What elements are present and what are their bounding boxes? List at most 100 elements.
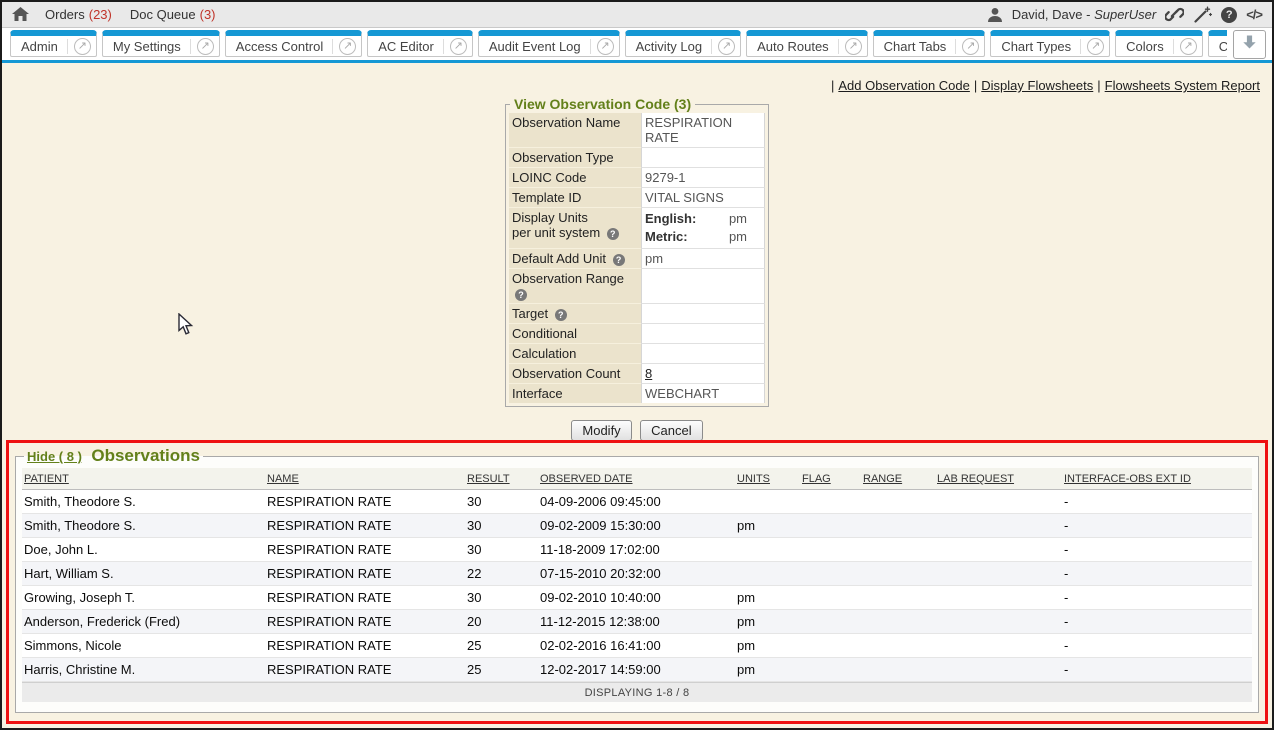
help-icon[interactable]: ? — [613, 254, 625, 266]
cell-units: pm — [735, 586, 800, 610]
form-row-observation-type: Observation Type — [509, 147, 765, 167]
cell-observed-date: 11-18-2009 17:02:00 — [538, 538, 735, 562]
cell-name: RESPIRATION RATE — [265, 538, 465, 562]
open-in-new-icon[interactable]: ↗ — [597, 38, 614, 55]
column-header-label[interactable]: OBSERVED DATE — [540, 473, 633, 485]
action-link-display-flowsheets[interactable]: Display Flowsheets — [981, 78, 1093, 93]
wand-icon[interactable] — [1193, 6, 1212, 23]
observations-title: Observations — [91, 446, 200, 465]
nav-label: Orders — [45, 7, 85, 22]
tab-strip: Admin↗My Settings↗Access Control↗AC Edit… — [10, 30, 1227, 57]
tab-label: AC Editor — [378, 39, 444, 54]
open-in-new-icon[interactable]: ↗ — [339, 38, 356, 55]
open-in-new-icon[interactable]: ↗ — [1180, 38, 1197, 55]
field-value: 9279-1 — [641, 167, 765, 187]
field-value: English:pmMetric:pm — [641, 207, 765, 248]
cell-lab-request — [935, 562, 1062, 586]
field-value — [641, 343, 765, 363]
action-link-flowsheets-system-report[interactable]: Flowsheets System Report — [1105, 78, 1260, 93]
tab-label: My Settings — [113, 39, 191, 54]
help-icon[interactable]: ? — [515, 289, 527, 301]
open-in-new-icon[interactable]: ↗ — [1087, 38, 1104, 55]
field-value — [641, 303, 765, 323]
cell-lab-request — [935, 490, 1062, 514]
help-icon[interactable]: ? — [607, 228, 619, 240]
cancel-button[interactable]: Cancel — [640, 420, 702, 441]
cell-result: 30 — [465, 586, 538, 610]
open-in-new-icon[interactable]: ↗ — [197, 38, 214, 55]
form-row-observation-name: Observation NameRESPIRATION RATE — [509, 113, 765, 147]
column-header-patient[interactable]: PATIENT — [22, 468, 265, 490]
topnav-orders[interactable]: Orders(23) — [45, 7, 112, 22]
column-header-units[interactable]: UNITS — [735, 468, 800, 490]
cell-name: RESPIRATION RATE — [265, 562, 465, 586]
column-header-range[interactable]: RANGE — [861, 468, 935, 490]
topnav-doc-queue[interactable]: Doc Queue(3) — [130, 7, 216, 22]
unit-line: English:pm — [645, 210, 761, 228]
open-in-new-icon[interactable]: ↗ — [718, 38, 735, 55]
cell-flag — [800, 658, 861, 682]
tab-colors[interactable]: Colors↗ — [1115, 30, 1203, 57]
observation-count-link[interactable]: 8 — [645, 366, 652, 381]
cell-units: pm — [735, 514, 800, 538]
column-header-flag[interactable]: FLAG — [800, 468, 861, 490]
tab-auto-routes[interactable]: Auto Routes↗ — [746, 30, 868, 57]
open-in-new-icon[interactable]: ↗ — [962, 38, 979, 55]
cell-range — [861, 514, 935, 538]
help-icon[interactable]: ? — [1221, 7, 1237, 23]
column-header-interface-obs-ext-id[interactable]: INTERFACE-OBS EXT ID — [1062, 468, 1252, 490]
tab-chart-tabs[interactable]: Chart Tabs↗ — [873, 30, 986, 57]
field-value — [641, 268, 765, 303]
hide-observations-link[interactable]: Hide ( 8 ) — [27, 449, 82, 464]
open-in-new-icon[interactable]: ↗ — [450, 38, 467, 55]
column-header-label[interactable]: RESULT — [467, 473, 510, 485]
observations-table: PATIENT NAME RESULT OBSERVED DATE UNITS FLAG R… — [22, 468, 1252, 682]
tab-ac-editor[interactable]: AC Editor ↗ — [367, 30, 473, 57]
mouse-cursor — [178, 313, 194, 336]
open-in-new-icon[interactable]: ↗ — [845, 38, 862, 55]
home-icon[interactable] — [12, 7, 29, 22]
link-separator: | — [831, 78, 834, 93]
cell-patient: Hart, William S. — [22, 562, 265, 586]
form-row-interface: InterfaceWEBCHART — [509, 383, 765, 403]
cell-observed-date: 12-02-2017 14:59:00 — [538, 658, 735, 682]
tab-label: Activity Log — [636, 39, 712, 54]
tab-admin[interactable]: Admin↗ — [10, 30, 97, 57]
field-label: LOINC Code — [509, 167, 641, 187]
nav-count-badge: (3) — [200, 7, 216, 22]
column-header-label[interactable]: RANGE — [863, 473, 902, 485]
action-link-add-observation-code[interactable]: Add Observation Code — [838, 78, 970, 93]
column-header-result[interactable]: RESULT — [465, 468, 538, 490]
view-observation-code-form: View Observation Code (3) Observation Na… — [505, 96, 769, 407]
link-icon[interactable] — [1165, 6, 1184, 23]
tab-cpt-codes[interactable]: CPT Codes↗ — [1208, 30, 1227, 57]
field-label: Observation Count — [509, 363, 641, 383]
tab-access-control[interactable]: Access Control↗ — [225, 30, 362, 57]
column-header-label[interactable]: LAB REQUEST — [937, 473, 1014, 485]
tab-my-settings[interactable]: My Settings ↗ — [102, 30, 220, 57]
column-header-label[interactable]: UNITS — [737, 473, 770, 485]
column-header-name[interactable]: NAME — [265, 468, 465, 490]
link-separator: | — [1097, 78, 1100, 93]
cell-name: RESPIRATION RATE — [265, 514, 465, 538]
column-header-lab-request[interactable]: LAB REQUEST — [935, 468, 1062, 490]
cell-range — [861, 538, 935, 562]
modify-button[interactable]: Modify — [571, 420, 631, 441]
tab-overflow-button[interactable] — [1233, 30, 1266, 59]
cell-result: 30 — [465, 538, 538, 562]
table-row: Anderson, Frederick (Fred)RESPIRATION RA… — [22, 610, 1252, 634]
cell-interface-obs-ext-id: - — [1062, 490, 1252, 514]
column-header-observed-date[interactable]: OBSERVED DATE — [538, 468, 735, 490]
tab-audit-event-log[interactable]: Audit Event Log↗ — [478, 30, 620, 57]
column-header-label[interactable]: INTERFACE-OBS EXT ID — [1064, 473, 1191, 485]
tab-activity-log[interactable]: Activity Log ↗ — [625, 30, 741, 57]
help-icon[interactable]: ? — [555, 309, 567, 321]
column-header-label[interactable]: NAME — [267, 473, 299, 485]
cell-units: pm — [735, 634, 800, 658]
code-icon[interactable]: </> — [1246, 7, 1262, 22]
column-header-label[interactable]: FLAG — [802, 473, 831, 485]
tab-chart-types[interactable]: Chart Types↗ — [990, 30, 1110, 57]
field-label: Observation Type — [509, 147, 641, 167]
open-in-new-icon[interactable]: ↗ — [74, 38, 91, 55]
column-header-label[interactable]: PATIENT — [24, 473, 69, 485]
